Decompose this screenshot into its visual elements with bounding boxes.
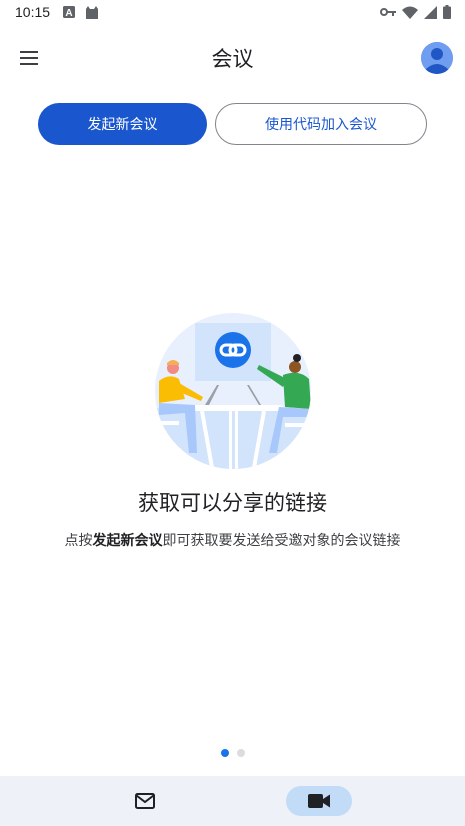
video-camera-icon — [308, 794, 330, 808]
status-time: 10:15 — [15, 4, 51, 20]
status-left-icons: A — [63, 6, 99, 19]
cat-icon — [86, 6, 98, 19]
desc-prefix: 点按 — [64, 533, 93, 549]
person-icon — [421, 42, 453, 74]
desc-bold-action: 发起新会议 — [92, 533, 163, 549]
signal-icon — [424, 5, 437, 19]
people-sharing-link-illustration — [155, 313, 311, 469]
nav-meet-tab[interactable] — [286, 786, 352, 816]
onboarding-headline: 获取可以分享的链接 — [138, 491, 327, 515]
share-link-illustration — [155, 313, 311, 469]
page-dot-1[interactable] — [220, 749, 229, 757]
battery-icon — [443, 5, 451, 19]
status-bar: 10:15 A — [0, 0, 465, 26]
mail-icon — [135, 793, 155, 809]
join-with-code-button[interactable]: 使用代码加入会议 — [215, 103, 427, 145]
desc-suffix: 即可获取要发送给受邀对象的会议链接 — [162, 533, 401, 549]
new-meeting-button[interactable]: 发起新会议 — [38, 103, 207, 145]
wifi-icon — [402, 6, 418, 19]
page-title: 会议 — [211, 47, 254, 71]
page-indicator — [0, 749, 465, 757]
bottom-navigation — [0, 776, 465, 826]
app-bar: 会议 — [0, 30, 465, 86]
account-avatar[interactable] — [421, 42, 453, 74]
status-right-icons — [380, 5, 451, 19]
page-dot-2[interactable] — [236, 749, 245, 757]
text-a-icon: A — [63, 6, 75, 18]
svg-text:A: A — [65, 8, 72, 18]
vpn-key-icon — [380, 8, 396, 16]
nav-mail-tab[interactable] — [116, 786, 174, 816]
onboarding-description: 点按发起新会议即可获取要发送给受邀对象的会议链接 — [60, 530, 405, 553]
